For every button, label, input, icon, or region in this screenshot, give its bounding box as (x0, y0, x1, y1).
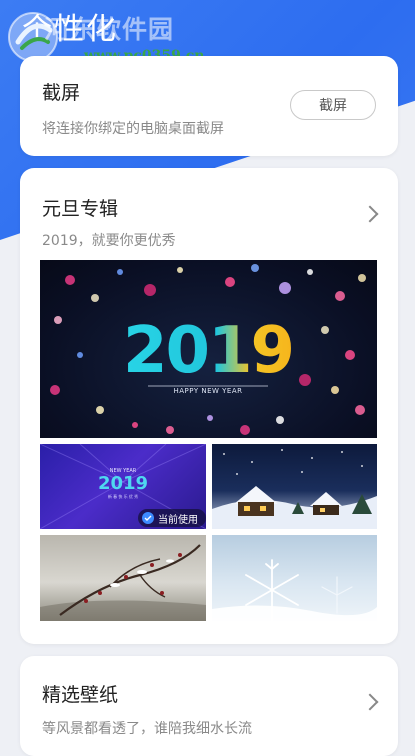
screenshot-card-title: 截屏 (42, 82, 81, 104)
badge-label: 当前使用 (158, 514, 198, 526)
watermark-title: 河东软件园 (44, 15, 175, 44)
wallpaper-thumb-new-year[interactable]: NEW YEAR 2019 新 春 快 乐 优 秀 当前使用 (40, 444, 206, 529)
chevron-right-icon[interactable] (361, 693, 379, 711)
thumb-line: 新 春 快 乐 优 秀 (108, 493, 138, 499)
banner-caption: HAPPY NEW YEAR (174, 387, 243, 395)
wallpaper-card-subtitle: 等风景都看透了，谁陪我细水长流 (42, 721, 252, 737)
wallpaper-thumb-snow-village[interactable] (212, 444, 377, 529)
album-card-subtitle: 2019，就要你更优秀 (42, 233, 176, 249)
current-use-badge: 当前使用 (138, 509, 206, 527)
banner-year: 2019 (123, 314, 293, 388)
album-card-title: 元旦专辑 (42, 198, 119, 220)
check-icon (142, 512, 154, 524)
wallpaper-thumb-snowflake[interactable] (212, 535, 377, 621)
screenshot-card-subtitle: 将连接你绑定的电脑桌面截屏 (42, 121, 224, 137)
screenshot-button[interactable]: 截屏 (290, 90, 376, 120)
album-card[interactable]: 元旦专辑 2019，就要你更优秀 2019 HAPPY NEW YEAR NEW… (20, 168, 398, 644)
wallpaper-card[interactable]: 精选壁纸 等风景都看透了，谁陪我细水长流 (20, 656, 398, 756)
thumb-art (212, 559, 377, 621)
album-banner[interactable]: 2019 HAPPY NEW YEAR (40, 260, 377, 438)
banner-art: 2019 HAPPY NEW YEAR (50, 264, 366, 435)
wallpaper-thumb-snowy-branch[interactable] (40, 535, 206, 621)
screenshot-card: 截屏 将连接你绑定的电脑桌面截屏 截屏 (20, 56, 398, 156)
thumb-year: 2019 (98, 473, 148, 494)
wallpaper-card-title: 精选壁纸 (42, 684, 119, 706)
thumb-art (212, 449, 377, 529)
chevron-right-icon[interactable] (361, 205, 379, 223)
thumb-art (40, 544, 206, 621)
